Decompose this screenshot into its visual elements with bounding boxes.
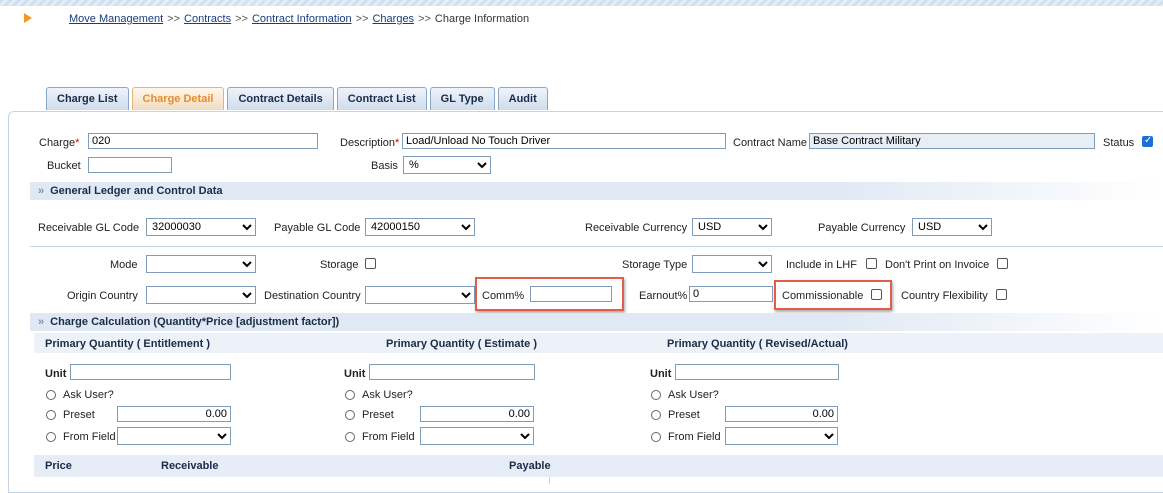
- preset-radio-estimate[interactable]: [345, 410, 355, 420]
- column-divider: [549, 477, 550, 484]
- contract-name-input[interactable]: [809, 133, 1095, 149]
- receivable-currency-select[interactable]: USD: [692, 218, 772, 236]
- mode-label: Mode: [110, 259, 138, 271]
- from-field-label: From Field: [668, 431, 721, 443]
- mode-select[interactable]: [146, 255, 256, 273]
- commissionable-highlight-box: [774, 280, 892, 310]
- contract-name-label: Contract Name: [733, 137, 807, 149]
- divider: [30, 246, 1163, 247]
- receivable-gl-select[interactable]: 32000030: [146, 218, 256, 236]
- pq-entitlement-heading: Primary Quantity ( Entitlement ): [45, 338, 211, 350]
- from-field-label: From Field: [362, 431, 415, 443]
- from-field-radio-entitlement[interactable]: [46, 432, 56, 442]
- origin-country-select[interactable]: [146, 286, 256, 304]
- calc-section-header[interactable]: » Charge Calculation (Quantity*Price [adj…: [30, 313, 1163, 331]
- tab-audit[interactable]: Audit: [497, 87, 548, 110]
- storage-checkbox[interactable]: [365, 258, 376, 269]
- unit-label: Unit: [45, 368, 67, 380]
- tab-charge-detail[interactable]: Charge Detail: [131, 87, 225, 110]
- destination-country-select[interactable]: [365, 286, 475, 304]
- breadcrumb-link-contract-information[interactable]: Contract Information: [252, 13, 352, 25]
- tab-contract-details[interactable]: Contract Details: [227, 87, 334, 110]
- from-field-select-estimate[interactable]: [420, 427, 534, 445]
- origin-country-label: Origin Country: [67, 290, 138, 302]
- pq-revised-heading: Primary Quantity ( Revised/Actual): [667, 338, 848, 350]
- preset-input-entitlement[interactable]: [117, 406, 231, 422]
- include-lhf-label: Include in LHF: [786, 259, 857, 271]
- payable-gl-label: Payable GL Code: [274, 222, 361, 234]
- breadcrumb-link-move-management[interactable]: Move Management: [69, 13, 163, 25]
- earnout-label: Earnout%: [639, 290, 688, 302]
- tab-bar: Charge List Charge Detail Contract Detai…: [46, 87, 548, 111]
- charge-label: Charge*: [39, 137, 80, 149]
- tab-contract-list[interactable]: Contract List: [336, 87, 427, 110]
- preset-label: Preset: [362, 409, 394, 421]
- storage-label: Storage: [320, 259, 359, 271]
- breadcrumb: Move Management >> Contracts >> Contract Inf…: [69, 13, 530, 25]
- unit-input-revised[interactable]: [675, 364, 839, 380]
- ask-user-label: Ask User?: [63, 389, 114, 401]
- from-field-radio-estimate[interactable]: [345, 432, 355, 442]
- preset-label: Preset: [63, 409, 95, 421]
- unit-input-entitlement[interactable]: [70, 364, 231, 380]
- preset-label: Preset: [668, 409, 700, 421]
- bucket-input[interactable]: [88, 157, 172, 173]
- receivable-column-header: Receivable: [161, 460, 219, 472]
- country-flexibility-label: Country Flexibility: [901, 290, 988, 302]
- payable-currency-label: Payable Currency: [818, 222, 906, 234]
- breadcrumb-current: Charge Information: [434, 13, 530, 25]
- dont-print-label: Don't Print on Invoice: [885, 259, 990, 271]
- description-input[interactable]: [402, 133, 726, 149]
- price-column-header: Price: [45, 460, 72, 472]
- ask-user-radio-revised[interactable]: [651, 390, 661, 400]
- breadcrumb-link-charges[interactable]: Charges: [372, 13, 414, 25]
- unit-label: Unit: [650, 368, 672, 380]
- payable-gl-select[interactable]: 42000150: [365, 218, 475, 236]
- double-chevron-icon: »: [38, 316, 45, 328]
- preset-radio-entitlement[interactable]: [46, 410, 56, 420]
- bucket-label: Bucket: [47, 160, 81, 172]
- charge-input[interactable]: [88, 133, 318, 149]
- include-lhf-checkbox[interactable]: [866, 258, 877, 269]
- ask-user-label: Ask User?: [362, 389, 413, 401]
- preset-radio-revised[interactable]: [651, 410, 661, 420]
- pq-estimate-heading: Primary Quantity ( Estimate ): [386, 338, 537, 350]
- destination-country-label: Destination Country: [264, 290, 361, 302]
- from-field-radio-revised[interactable]: [651, 432, 661, 442]
- preset-input-revised[interactable]: [725, 406, 838, 422]
- storage-type-label: Storage Type: [622, 259, 688, 271]
- from-field-select-entitlement[interactable]: [117, 427, 231, 445]
- comm-highlight-box: [475, 277, 624, 311]
- status-checkbox[interactable]: [1142, 135, 1153, 147]
- from-field-label: From Field: [63, 431, 116, 443]
- from-field-select-revised[interactable]: [725, 427, 838, 445]
- double-chevron-icon: »: [38, 185, 45, 197]
- unit-label: Unit: [344, 368, 366, 380]
- tab-charge-list[interactable]: Charge List: [46, 87, 129, 110]
- status-label: Status: [1103, 137, 1135, 149]
- tab-gl-type[interactable]: GL Type: [429, 87, 495, 110]
- basis-select[interactable]: %: [403, 156, 491, 174]
- earnout-input[interactable]: [689, 286, 773, 302]
- gl-section-header[interactable]: » General Ledger and Control Data: [30, 182, 1163, 200]
- receivable-gl-label: Receivable GL Code: [38, 222, 140, 234]
- storage-type-select[interactable]: [692, 255, 772, 273]
- country-flexibility-checkbox[interactable]: [996, 289, 1007, 300]
- ask-user-label: Ask User?: [668, 389, 719, 401]
- payable-column-header: Payable: [509, 460, 551, 472]
- payable-currency-select[interactable]: USD: [912, 218, 992, 236]
- ask-user-radio-estimate[interactable]: [345, 390, 355, 400]
- dont-print-checkbox[interactable]: [997, 258, 1008, 269]
- preset-input-estimate[interactable]: [420, 406, 534, 422]
- top-stripe: [0, 0, 1163, 6]
- basis-label: Basis: [371, 160, 398, 172]
- receivable-currency-label: Receivable Currency: [585, 222, 688, 234]
- unit-input-estimate[interactable]: [369, 364, 535, 380]
- breadcrumb-link-contracts[interactable]: Contracts: [184, 13, 231, 25]
- play-arrow-icon: [24, 13, 32, 23]
- ask-user-radio-entitlement[interactable]: [46, 390, 56, 400]
- description-label: Description*: [340, 137, 400, 149]
